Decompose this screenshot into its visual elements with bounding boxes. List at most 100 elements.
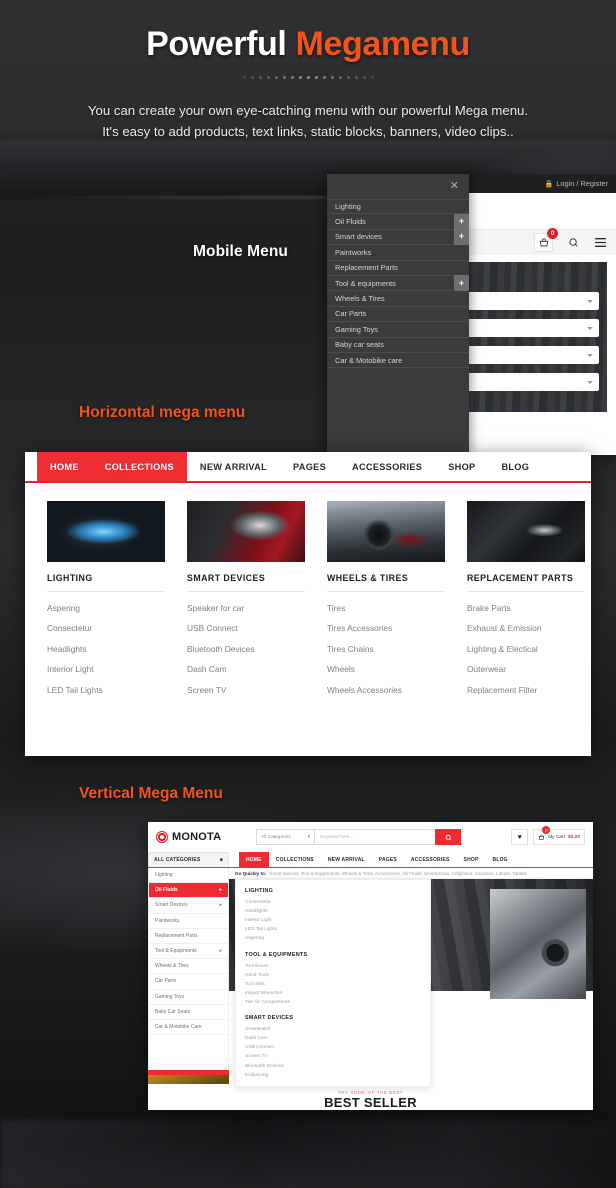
drawer-item-replacement-parts[interactable]: Replacement Parts <box>327 261 469 276</box>
mega-column-link[interactable]: Speaker for car <box>187 603 305 613</box>
drawer-item-wheels-tires[interactable]: Wheels & Tires <box>327 291 469 307</box>
category-select[interactable]: All Categories ▾ <box>256 829 314 845</box>
mega-column-link[interactable]: Outerwear <box>467 664 585 674</box>
sidebar-item-tool-equipments[interactable]: Tool & Equipments ▸ <box>149 944 228 960</box>
mega-column-link[interactable]: Tires Accessories <box>327 623 445 633</box>
dropdown-group-link[interactable]: Hand Tools <box>245 971 421 980</box>
mega-column-link[interactable]: LED Tail Lights <box>47 685 165 695</box>
sidebar-item-replacement-parts[interactable]: Replacement Parts <box>149 929 228 944</box>
close-icon[interactable]: ✕ <box>327 174 469 199</box>
drawer-item-car-parts[interactable]: Car Parts <box>327 307 469 323</box>
lighting-thumbnail[interactable] <box>47 501 165 562</box>
dropdown-group-link[interactable]: Headlights <box>245 907 421 916</box>
dropdown-group-link[interactable]: Esdipscing <box>245 1071 421 1080</box>
mega-column-link[interactable]: Headlights <box>47 644 165 654</box>
mega-column-link[interactable]: Exhaust & Emission <box>467 623 585 633</box>
mega-column-link[interactable]: Wheels Accessories <box>327 685 445 695</box>
mega-column-link[interactable]: Replacement Filter <box>467 685 585 695</box>
heart-icon[interactable]: ♥ <box>511 829 529 845</box>
mega-column-title[interactable]: WHEELS & TIRES <box>327 573 445 592</box>
dropdown-group-link[interactable]: Consectetur <box>245 898 421 907</box>
mega-column-link[interactable]: Bluetooth Devices <box>187 644 305 654</box>
mega-column-link[interactable]: USB Connect <box>187 623 305 633</box>
mega-column-link[interactable]: Wheels <box>327 664 445 674</box>
drawer-item-label: Smart devices <box>335 232 382 242</box>
mega-column-link[interactable]: Interior Light <box>47 664 165 674</box>
dropdown-group-link[interactable]: Aspering <box>245 934 421 943</box>
mega-column-link[interactable]: Dash Cam <box>187 664 305 674</box>
dropdown-group-link[interactable]: Tire Air Compressors <box>245 998 421 1007</box>
mega-column: LIGHTING Aspering Consectetur Headlights Int… <box>47 501 165 695</box>
sidebar-item-baby-car-seats[interactable]: Baby Car Seats <box>149 1005 228 1020</box>
drawer-item-paintworks[interactable]: Paintworks <box>327 245 469 261</box>
mega-column-link[interactable]: Lighting & Electical <box>467 644 585 654</box>
search-input[interactable]: Keyword here... <box>314 829 435 845</box>
mega-column-link[interactable]: Tires Chains <box>327 644 445 654</box>
mega-column-link[interactable]: Aspering <box>47 603 165 613</box>
dropdown-group-title: TOOL & EQUIPMENTS <box>245 951 308 958</box>
vertical-nav-item-pages[interactable]: PAGES <box>372 852 404 867</box>
drawer-item-baby-car-seats[interactable]: Baby car seats <box>327 338 469 353</box>
mega-column-link[interactable]: Screen TV <box>187 685 305 695</box>
sidebar-item-paintworks[interactable]: Paintworks <box>149 914 228 929</box>
vertical-nav-item-shop[interactable]: SHOP <box>457 852 486 867</box>
drawer-item-lighting[interactable]: Lighting <box>327 199 469 215</box>
login-register-link[interactable]: Login / Register <box>556 179 608 188</box>
nav-item-new-arrival[interactable]: NEW ARRIVAL <box>187 452 280 481</box>
drawer-item-car-motobike-care[interactable]: Car & Motobike care <box>327 353 469 369</box>
nav-item-home[interactable]: HOME <box>37 452 92 481</box>
expand-plus-icon[interactable]: + <box>454 275 469 291</box>
smart-devices-thumbnail[interactable] <box>187 501 305 562</box>
dropdown-group-link[interactable]: Screen TV <box>245 1052 421 1061</box>
nav-item-pages[interactable]: PAGES <box>280 452 339 481</box>
vertical-nav-item-collections[interactable]: COLLECTIONS <box>269 852 321 867</box>
wheels-tires-thumbnail[interactable] <box>327 501 445 562</box>
sidebar-item-oil-fluids[interactable]: Oil Fluids ▸ <box>149 883 228 899</box>
quick-links-value[interactable]: Smart devices, Tool & Equipments, Wheels… <box>269 871 526 876</box>
cart-icon[interactable]: 0 <box>534 228 558 252</box>
sidebar-item-smart-devices[interactable]: Smart Devices ▸ <box>149 898 228 914</box>
cart-widget[interactable]: 0 My Cart $0.00 <box>533 826 585 845</box>
dropdown-group-link[interactable]: Smartwatch <box>245 1025 421 1034</box>
mega-column-title[interactable]: LIGHTING <box>47 573 165 592</box>
mega-column-title[interactable]: REPLACEMENT PARTS <box>467 573 585 592</box>
mega-column-title[interactable]: SMART DEVICES <box>187 573 305 592</box>
sidebar-item-lighting[interactable]: Lighting <box>149 868 228 884</box>
vertical-nav-item-blog[interactable]: BLOG <box>486 852 515 867</box>
dropdown-group-link[interactable]: Impact Wrenches <box>245 989 421 998</box>
vertical-nav-item-home[interactable]: HOME <box>239 852 269 867</box>
dropdown-group-title: LIGHTING <box>245 888 274 894</box>
nav-item-blog[interactable]: BLOG <box>488 452 542 481</box>
dropdown-group-link[interactable]: Tool Boxes <box>245 962 421 971</box>
mega-column-link[interactable]: Tires <box>327 603 445 613</box>
nav-item-collections[interactable]: COLLECTIONS <box>91 452 187 481</box>
dropdown-group-link[interactable]: USB Connect <box>245 1043 421 1052</box>
vertical-nav-item-new-arrival[interactable]: NEW ARRIVAL <box>321 852 372 867</box>
expand-plus-icon[interactable]: + <box>454 213 469 230</box>
dropdown-group-link[interactable]: Bluetooth Devices <box>245 1062 421 1071</box>
search-button[interactable] <box>435 829 461 845</box>
search-icon[interactable] <box>566 236 580 250</box>
dropdown-group-link[interactable]: LED Tail Lights <box>245 925 421 934</box>
hamburger-icon[interactable] <box>593 236 607 250</box>
dropdown-group-link[interactable]: Interior Light <box>245 916 421 925</box>
drawer-item-gaming-toys[interactable]: Gaming Toys <box>327 322 469 338</box>
sidebar-item-car-parts[interactable]: Car Parts <box>149 974 228 990</box>
replacement-parts-thumbnail[interactable] <box>467 501 585 562</box>
mega-column-link[interactable]: Brake Parts <box>467 603 585 613</box>
sidebar-item-wheels-tires[interactable]: Wheels & Tires <box>149 959 228 975</box>
nav-item-accessories[interactable]: ACCESSORIES <box>339 452 435 481</box>
mega-column-link[interactable]: Consectetur <box>47 623 165 633</box>
brand-logo[interactable]: MONOTA <box>156 831 248 843</box>
all-categories-button[interactable]: ALL CATEGORIES ■ <box>148 852 229 867</box>
drawer-item-smart-devices[interactable]: Smart devices + <box>327 229 469 246</box>
sidebar-item-car-motobike-care[interactable]: Car & Motobike Care <box>149 1020 228 1036</box>
drawer-item-tool-equipments[interactable]: Tool & equipments + <box>327 275 469 292</box>
nav-item-shop[interactable]: SHOP <box>435 452 488 481</box>
sidebar-item-gaming-toys[interactable]: Gaming Toys <box>149 990 228 1005</box>
dropdown-group-link[interactable]: Dash Cam <box>245 1034 421 1043</box>
expand-plus-icon[interactable]: + <box>454 229 469 245</box>
drawer-item-oil-fluids[interactable]: Oil Fluids + <box>327 213 469 230</box>
vertical-nav-item-accessories[interactable]: ACCESSORIES <box>404 852 457 867</box>
dropdown-group-link[interactable]: Tool Sets <box>245 980 421 989</box>
